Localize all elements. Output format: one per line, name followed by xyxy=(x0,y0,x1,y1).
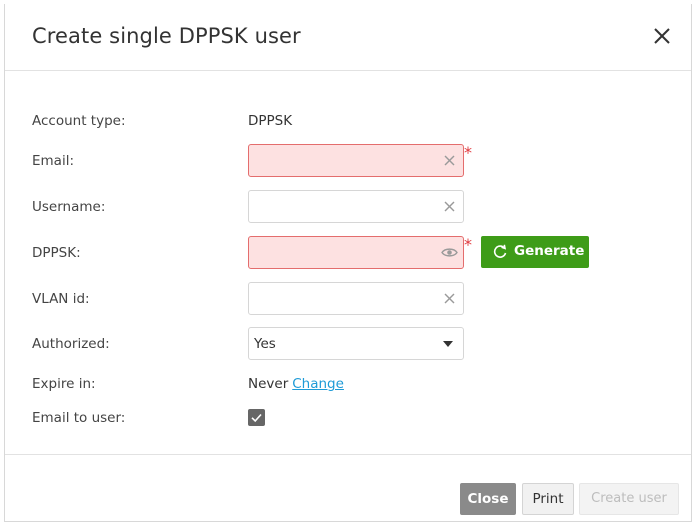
vlan-id-input[interactable] xyxy=(249,283,434,314)
account-type-value: DPPSK xyxy=(248,113,293,129)
create-dppsk-user-dialog: Create single DPPSK user Account type: D… xyxy=(4,4,692,522)
vlan-id-label: VLAN id: xyxy=(32,291,90,307)
account-type-label: Account type: xyxy=(32,113,126,129)
authorized-selected-value: Yes xyxy=(254,336,276,352)
email-to-user-checkbox[interactable] xyxy=(248,409,265,426)
dppsk-label: DPPSK: xyxy=(32,245,81,261)
footer-divider xyxy=(5,454,691,455)
authorized-label: Authorized: xyxy=(32,336,110,352)
clear-icon[interactable] xyxy=(442,291,457,306)
email-input[interactable] xyxy=(249,145,434,176)
username-label: Username: xyxy=(32,199,106,215)
required-marker: * xyxy=(464,143,472,162)
dppsk-field[interactable] xyxy=(248,236,464,269)
vlan-id-field[interactable] xyxy=(248,282,464,315)
close-icon[interactable] xyxy=(649,23,675,49)
authorized-select[interactable]: Yes xyxy=(248,327,464,360)
email-label: Email: xyxy=(32,153,75,169)
generate-label: Generate xyxy=(514,243,585,259)
expire-in-value: Never xyxy=(248,376,289,392)
expire-in-value-group: Never Change xyxy=(248,376,344,392)
eye-icon[interactable] xyxy=(441,245,458,260)
dppsk-input[interactable] xyxy=(249,237,434,268)
change-link[interactable]: Change xyxy=(292,376,344,392)
print-button[interactable]: Print xyxy=(522,483,574,515)
refresh-icon xyxy=(492,244,508,260)
username-field[interactable] xyxy=(248,190,464,223)
clear-icon[interactable] xyxy=(442,153,457,168)
email-to-user-label: Email to user: xyxy=(32,410,126,426)
dialog-title: Create single DPPSK user xyxy=(32,24,301,48)
expire-in-label: Expire in: xyxy=(32,376,96,392)
required-marker: * xyxy=(464,235,472,254)
dialog-header: Create single DPPSK user xyxy=(5,4,691,71)
checkmark-icon xyxy=(251,413,262,423)
username-input[interactable] xyxy=(249,191,434,222)
email-field[interactable] xyxy=(248,144,464,177)
clear-icon[interactable] xyxy=(442,199,457,214)
chevron-down-icon xyxy=(443,341,453,347)
create-user-button[interactable]: Create user xyxy=(579,483,679,515)
generate-button[interactable]: Generate xyxy=(481,236,589,268)
close-button[interactable]: Close xyxy=(460,483,516,515)
